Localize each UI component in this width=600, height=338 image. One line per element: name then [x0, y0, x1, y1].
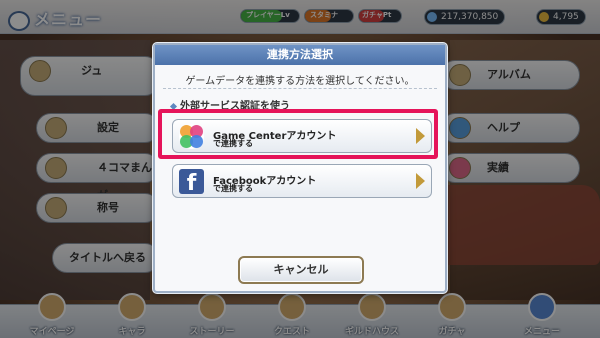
selection-highlight: [158, 109, 438, 159]
facebook-option-button[interactable]: f Facebookアカウント で連携する: [172, 164, 432, 198]
divider: [163, 88, 437, 89]
cancel-button[interactable]: キャンセル: [238, 256, 364, 284]
option-subtitle: で連携する: [213, 184, 253, 193]
dialog-title: 連携方法選択: [155, 45, 445, 65]
link-method-dialog: 連携方法選択 ゲームデータを連携する方法を選択してください。 外部サービス認証を…: [153, 43, 447, 293]
facebook-icon: f: [179, 169, 204, 194]
chevron-right-icon: [416, 173, 425, 189]
dialog-description: ゲームデータを連携する方法を選択してください。: [185, 76, 415, 87]
